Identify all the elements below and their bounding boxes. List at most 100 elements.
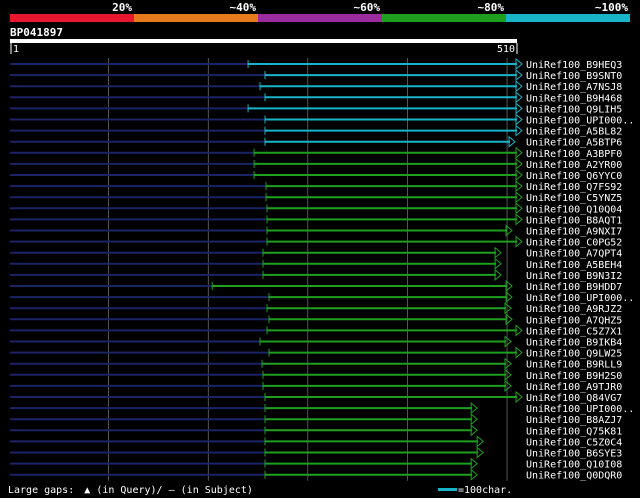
scale-bar <box>438 488 457 491</box>
hit-name-label[interactable]: UniRef100_UPI000.. <box>526 404 634 415</box>
hit-name-label[interactable]: UniRef100_A7NSJ8 <box>526 82 622 93</box>
hit-row[interactable]: UniRef100_A9RJZ2 <box>10 302 622 315</box>
hit-name-label[interactable]: UniRef100_A5BEH4 <box>526 260 622 271</box>
hit-row[interactable]: UniRef100_UPI000.. <box>10 291 634 304</box>
footer-gaps-prefix: Large gaps: <box>8 485 74 496</box>
hit-name-label[interactable]: UniRef100_B9RLL9 <box>526 360 622 371</box>
hit-row[interactable]: UniRef100_A7QHZ5 <box>10 313 622 326</box>
hit-row[interactable]: UniRef100_Q10Q04 <box>10 202 622 215</box>
hit-row[interactable]: UniRef100_UPI000.. <box>10 113 634 127</box>
hit-row[interactable]: UniRef100_B8AZJ7 <box>10 413 622 426</box>
ruler-end-label: 510 <box>497 44 515 55</box>
hit-row[interactable]: UniRef100_A7QPT4 <box>10 246 622 260</box>
query-gap-marker: ▲ <box>84 485 90 496</box>
hit-row[interactable]: UniRef100_A9NXI7 <box>10 224 622 238</box>
hit-name-label[interactable]: UniRef100_B9N3I2 <box>526 271 622 282</box>
hit-name-label[interactable]: UniRef100_B6SYE3 <box>526 449 622 460</box>
legend-label-2: ~40% <box>230 1 257 14</box>
hit-row[interactable]: UniRef100_Q0DQR0 <box>10 468 622 482</box>
hit-name-label[interactable]: UniRef100_A9NXI7 <box>526 227 622 238</box>
hit-row[interactable]: UniRef100_C5YNZ5 <box>10 191 622 204</box>
hit-name-label[interactable]: UniRef100_B9HEQ3 <box>526 60 622 71</box>
hit-name-label[interactable]: UniRef100_C5Z0C4 <box>526 437 622 448</box>
hit-rows: UniRef100_B9HEQ3UniRef100_B9SNT0UniRef10… <box>10 57 634 482</box>
identity-legend: 20% ~40% ~60% ~80% ~100% <box>10 1 630 22</box>
hit-row[interactable]: UniRef100_A3BPF0 <box>10 146 622 160</box>
hit-row[interactable]: UniRef100_B9RLL9 <box>10 357 622 371</box>
hit-name-label[interactable]: UniRef100_B9H2S0 <box>526 371 622 382</box>
hit-row[interactable]: UniRef100_B8AQT1 <box>10 213 622 226</box>
hit-row[interactable]: UniRef100_B9HDD7 <box>10 279 622 293</box>
hit-name-label[interactable]: UniRef100_Q6YYC0 <box>526 171 622 182</box>
hit-name-label[interactable]: UniRef100_A9RJZ2 <box>526 304 622 315</box>
ruler-start-label: 1 <box>13 44 19 55</box>
hit-row[interactable]: UniRef100_A5BL82 <box>10 124 622 138</box>
hit-row[interactable]: UniRef100_C5Z7X1 <box>10 324 622 337</box>
hit-row[interactable]: UniRef100_Q84VG7 <box>10 390 622 404</box>
hit-row[interactable]: UniRef100_B9N3I2 <box>10 268 622 282</box>
hit-name-label[interactable]: UniRef100_B9HDD7 <box>526 282 622 293</box>
query-bar <box>10 39 517 43</box>
legend-label-1: 20% <box>112 1 132 14</box>
hit-row[interactable]: UniRef100_B9IKB4 <box>10 335 622 349</box>
legend-segment-2 <box>258 14 382 22</box>
hit-name-label[interactable]: UniRef100_A5BL82 <box>526 127 622 138</box>
hit-row[interactable]: UniRef100_UPI000.. <box>10 402 634 415</box>
hit-row[interactable]: UniRef100_Q9LIH5 <box>10 102 622 115</box>
blast-hit-chart: 20% ~40% ~60% ~80% ~100% BP041897 1 510 UniRe… <box>8 1 634 496</box>
hit-name-label[interactable]: UniRef100_B9SNT0 <box>526 71 622 82</box>
hit-name-label[interactable]: UniRef100_A7QPT4 <box>526 249 622 260</box>
svg-text:Large gaps: ▲ (in: Large gaps: ▲ (in Query)/ ― (in Subject) <box>8 485 253 496</box>
hit-name-label[interactable]: UniRef100_Q9LW25 <box>526 349 622 360</box>
hit-row[interactable]: UniRef100_B9H2S0 <box>10 368 622 382</box>
hit-row[interactable]: UniRef100_Q7FS92 <box>10 180 622 193</box>
legend-segment-3 <box>382 14 506 22</box>
footer-gaps-subject-text: (in Subject) <box>181 485 253 496</box>
legend-segment-0 <box>10 14 134 22</box>
hit-name-label[interactable]: UniRef100_Q9LIH5 <box>526 104 622 115</box>
hit-name-label[interactable]: UniRef100_C0PG52 <box>526 238 622 249</box>
hit-name-label[interactable]: UniRef100_Q0DQR0 <box>526 471 622 482</box>
hit-name-label[interactable]: UniRef100_A5BTP6 <box>526 138 622 149</box>
hit-name-label[interactable]: UniRef100_C5YNZ5 <box>526 193 622 204</box>
hit-name-label[interactable]: UniRef100_Q7FS92 <box>526 182 622 193</box>
hit-name-label[interactable]: UniRef100_A9TJR0 <box>526 382 622 393</box>
hit-row[interactable]: UniRef100_A2YR00 <box>10 157 622 171</box>
hit-name-label[interactable]: UniRef100_C5Z7X1 <box>526 326 622 337</box>
hit-row[interactable]: UniRef100_Q9LW25 <box>10 346 622 360</box>
hit-name-label[interactable]: UniRef100_Q75K81 <box>526 426 622 437</box>
hit-row[interactable]: UniRef100_Q75K81 <box>10 424 622 437</box>
query-name: BP041897 <box>10 26 63 39</box>
hit-name-label[interactable]: UniRef100_A2YR00 <box>526 160 622 171</box>
hit-name-label[interactable]: UniRef100_B8AZJ7 <box>526 415 622 426</box>
hit-name-label[interactable]: UniRef100_Q10I08 <box>526 460 622 471</box>
scale-label: =100char. <box>458 485 512 496</box>
query-ruler: 1 510 <box>10 39 518 55</box>
hit-row[interactable]: UniRef100_Q10I08 <box>10 457 622 471</box>
hit-row[interactable]: UniRef100_A5BEH4 <box>10 257 622 271</box>
hit-name-label[interactable]: UniRef100_Q84VG7 <box>526 393 622 404</box>
hit-row[interactable]: UniRef100_B6SYE3 <box>10 446 622 460</box>
hit-name-label[interactable]: UniRef100_UPI000.. <box>526 116 634 127</box>
hit-name-label[interactable]: UniRef100_B8AQT1 <box>526 215 622 226</box>
hit-row[interactable]: UniRef100_C5Z0C4 <box>10 435 622 448</box>
hit-row[interactable]: UniRef100_B9H468 <box>10 91 622 104</box>
hit-name-label[interactable]: UniRef100_B9IKB4 <box>526 338 622 349</box>
hit-row[interactable]: UniRef100_Q6YYC0 <box>10 168 622 182</box>
hit-row[interactable]: UniRef100_C0PG52 <box>10 235 622 249</box>
hit-name-label[interactable]: UniRef100_A3BPF0 <box>526 149 622 160</box>
hit-row[interactable]: UniRef100_B9SNT0 <box>10 69 622 82</box>
hit-row[interactable]: UniRef100_A7NSJ8 <box>10 80 622 93</box>
hit-row[interactable]: UniRef100_A9TJR0 <box>10 379 622 393</box>
legend-segment-1 <box>134 14 258 22</box>
legend-label-3: ~60% <box>354 1 381 14</box>
legend-label-4: ~80% <box>478 1 505 14</box>
footer-gaps-query-text: (in Query)/ <box>96 485 162 496</box>
hit-name-label[interactable]: UniRef100_B9H468 <box>526 93 622 104</box>
hit-name-label[interactable]: UniRef100_UPI000.. <box>526 293 634 304</box>
hit-name-label[interactable]: UniRef100_A7QHZ5 <box>526 315 622 326</box>
hit-name-label[interactable]: UniRef100_Q10Q04 <box>526 204 622 215</box>
hit-row[interactable]: UniRef100_A5BTP6 <box>10 135 622 149</box>
hit-row[interactable]: UniRef100_B9HEQ3 <box>10 57 622 71</box>
legend-segment-4 <box>506 14 630 22</box>
